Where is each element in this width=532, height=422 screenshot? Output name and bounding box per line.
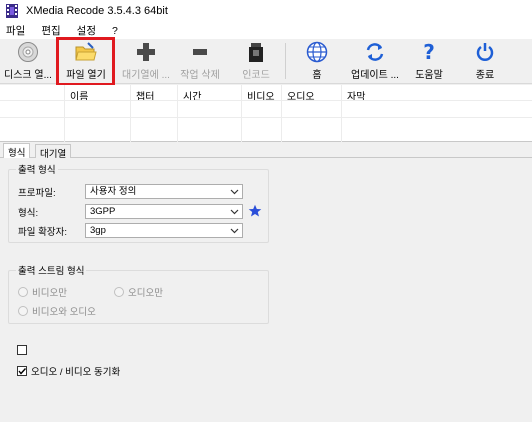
video-audio-radio[interactable]: 비디오와 오디오: [18, 304, 96, 318]
title-bar: XMedia Recode 3.5.4.3 64bit: [0, 0, 532, 22]
column-divider: [341, 85, 342, 142]
checkmark-icon: [18, 368, 27, 375]
video-only-label: 비디오만: [32, 288, 67, 299]
encode-button[interactable]: 인코드: [237, 41, 275, 81]
update-label: 업데이트 ...: [351, 70, 399, 81]
add-to-queue-label: 대기열에 ...: [122, 70, 170, 81]
output-format-title: 출력 형식: [16, 162, 58, 176]
column-divider: [241, 85, 242, 142]
extension-select[interactable]: 3gp: [85, 223, 243, 238]
column-divider: [64, 85, 65, 142]
menu-file[interactable]: 파일: [5, 23, 26, 38]
svg-text:?: ?: [423, 41, 435, 63]
video-audio-label: 비디오와 오디오: [32, 307, 96, 318]
extension-value: 3gp: [90, 225, 106, 236]
chevron-down-icon: [230, 207, 239, 216]
exit-button[interactable]: 종료: [470, 41, 500, 81]
av-sync-label: 오디오 / 비디오 동기화: [31, 367, 121, 378]
question-mark-icon: ?: [417, 41, 441, 63]
film-clapper-icon: [244, 41, 268, 63]
video-only-radio[interactable]: 비디오만: [18, 285, 67, 299]
profile-value: 사용자 정의: [90, 186, 137, 197]
format-value: 3GPP: [90, 206, 116, 217]
column-divider: [281, 85, 282, 142]
encode-label: 인코드: [242, 70, 270, 81]
profile-label: 프로파일:: [18, 188, 56, 199]
help-label: 도움말: [415, 70, 443, 81]
disc-icon: [16, 41, 40, 63]
tab-format[interactable]: 형식: [3, 143, 31, 159]
exit-label: 종료: [475, 70, 495, 81]
minus-icon: [188, 41, 212, 63]
radio-circle: [114, 287, 124, 297]
extension-label: 파일 확장자:: [18, 227, 67, 238]
row-divider: [0, 100, 532, 101]
radio-circle: [18, 306, 28, 316]
menu-help[interactable]: ?: [111, 25, 119, 37]
chevron-down-icon: [230, 187, 239, 196]
menu-settings[interactable]: 설정: [76, 23, 97, 38]
checkbox-box: [17, 345, 27, 355]
column-divider: [177, 85, 178, 142]
format-label: 형식:: [18, 208, 39, 219]
chevron-down-icon: [230, 226, 239, 235]
delete-job-label: 작업 삭제: [180, 70, 220, 81]
unlabeled-checkbox[interactable]: [17, 345, 31, 355]
plus-icon: [134, 41, 158, 63]
stream-format-title: 출력 스트림 형식: [16, 263, 87, 277]
favorite-star-button[interactable]: [248, 204, 262, 218]
highlight-box: [56, 37, 115, 86]
home-button[interactable]: 홈: [302, 41, 332, 81]
star-icon: [248, 204, 262, 217]
menu-edit[interactable]: 편집: [40, 23, 61, 38]
format-select[interactable]: 3GPP: [85, 204, 243, 219]
audio-only-radio[interactable]: 오디오만: [114, 285, 163, 299]
file-list-table[interactable]: 이름 챕터 시간 비디오 오디오 자막: [0, 85, 532, 142]
format-panel: 출력 형식 프로파일: 사용자 정의 형식: 3GPP 파일 확장자: 3gp …: [0, 158, 532, 422]
av-sync-checkbox[interactable]: 오디오 / 비디오 동기화: [17, 364, 120, 378]
power-icon: [473, 41, 497, 63]
home-label: 홈: [312, 70, 322, 81]
radio-circle: [18, 287, 28, 297]
add-to-queue-button[interactable]: 대기열에 ...: [118, 41, 174, 81]
tab-strip: 형식 대기열: [0, 143, 532, 160]
delete-job-button[interactable]: 작업 삭제: [176, 41, 224, 81]
toolbar-separator: [285, 43, 286, 79]
checkbox-box: [17, 366, 27, 376]
globe-icon: [305, 41, 329, 63]
profile-select[interactable]: 사용자 정의: [85, 184, 243, 199]
app-film-icon: [6, 4, 18, 18]
row-divider: [0, 117, 532, 118]
window-title: XMedia Recode 3.5.4.3 64bit: [26, 5, 168, 17]
disc-open-label: 디스크 열...: [4, 70, 52, 81]
update-button[interactable]: 업데이트 ...: [346, 41, 404, 81]
column-divider: [130, 85, 131, 142]
help-button[interactable]: ? 도움말: [410, 41, 448, 81]
audio-only-label: 오디오만: [128, 288, 163, 299]
disc-open-button[interactable]: 디스크 열...: [2, 41, 54, 81]
tab-queue[interactable]: 대기열: [35, 144, 72, 160]
refresh-icon: [363, 41, 387, 63]
